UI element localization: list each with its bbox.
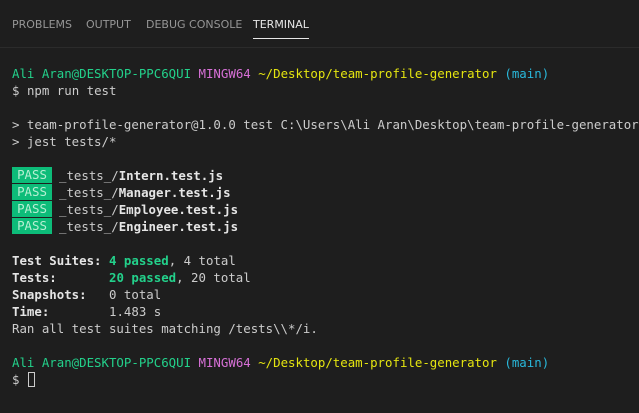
- summary-ran-line: Ran all test suites matching /tests\\*/i…: [12, 321, 318, 336]
- prompt-line: Ali Aran@DESKTOP-PPC6QUI MINGW64 ~/Deskt…: [12, 65, 549, 82]
- prompt-shell: MINGW64: [198, 66, 251, 81]
- summary-label: Time:: [12, 304, 50, 319]
- test-file: Employee.test.js: [118, 202, 239, 217]
- prompt-user: Ali Aran@DESKTOP-PPC6QUI: [12, 66, 192, 81]
- prompt-branch: (main): [504, 66, 550, 81]
- summary-total: , 20 total: [176, 270, 251, 285]
- test-dir: _tests_/: [59, 219, 119, 234]
- panel-tab-bar: PROBLEMS OUTPUT DEBUG CONSOLE TERMINAL: [0, 0, 639, 48]
- summary-label: Snapshots:: [12, 287, 87, 302]
- script-line: > jest tests/*: [12, 134, 117, 149]
- test-file: Engineer.test.js: [118, 219, 239, 234]
- test-dir: _tests_/: [59, 185, 119, 200]
- summary-label: Tests:: [12, 270, 57, 285]
- prompt-path: ~/Desktop/team-profile-generator: [258, 355, 497, 370]
- test-result-row: PASS _tests_/Employee.test.js: [12, 201, 238, 218]
- test-file: Manager.test.js: [118, 185, 231, 200]
- tab-debug-console[interactable]: DEBUG CONSOLE: [146, 18, 242, 32]
- summary-passed: 4 passed: [109, 253, 169, 268]
- summary-total: , 4 total: [168, 253, 236, 268]
- prompt-user: Ali Aran@DESKTOP-PPC6QUI: [12, 355, 192, 370]
- terminal-output[interactable]: Ali Aran@DESKTOP-PPC6QUI MINGW64 ~/Deskt…: [12, 64, 639, 413]
- pass-badge: PASS: [12, 167, 52, 183]
- prompt-path: ~/Desktop/team-profile-generator: [258, 66, 497, 81]
- command-text: npm run test: [26, 83, 117, 98]
- summary-tests: Tests: 20 passed, 20 total: [12, 269, 251, 286]
- summary-passed: 20 passed: [108, 270, 177, 285]
- tab-terminal[interactable]: TERMINAL: [253, 18, 309, 39]
- command-line: $ npm run test: [12, 82, 116, 99]
- text-cursor: [27, 372, 35, 387]
- summary-value: 1.483 s: [109, 304, 162, 319]
- test-file: Intern.test.js: [118, 168, 224, 183]
- summary-value: 0 total: [109, 287, 162, 302]
- summary-time: Time: 1.483 s: [12, 303, 161, 320]
- input-line[interactable]: $: [12, 371, 35, 388]
- tab-output[interactable]: OUTPUT: [86, 18, 131, 32]
- summary-label: Test Suites:: [12, 253, 102, 268]
- pass-badge: PASS: [12, 184, 52, 200]
- test-result-row: PASS _tests_/Engineer.test.js: [12, 218, 238, 235]
- prompt-shell: MINGW64: [198, 355, 251, 370]
- prompt-line: Ali Aran@DESKTOP-PPC6QUI MINGW64 ~/Deskt…: [12, 354, 549, 371]
- script-line: > team-profile-generator@1.0.0 test C:\U…: [12, 117, 639, 132]
- test-dir: _tests_/: [59, 168, 119, 183]
- prompt-symbol: $: [12, 83, 20, 98]
- summary-snapshots: Snapshots: 0 total: [12, 286, 161, 303]
- pass-badge: PASS: [12, 201, 52, 217]
- test-result-row: PASS _tests_/Intern.test.js: [12, 167, 223, 184]
- prompt-branch: (main): [504, 355, 550, 370]
- pass-badge: PASS: [12, 218, 52, 234]
- summary-suites: Test Suites: 4 passed, 4 total: [12, 252, 236, 269]
- tab-problems[interactable]: PROBLEMS: [12, 18, 72, 32]
- terminal-panel: PROBLEMS OUTPUT DEBUG CONSOLE TERMINAL A…: [0, 0, 639, 413]
- prompt-symbol: $: [12, 372, 20, 387]
- test-result-row: PASS _tests_/Manager.test.js: [12, 184, 231, 201]
- test-dir: _tests_/: [59, 202, 119, 217]
